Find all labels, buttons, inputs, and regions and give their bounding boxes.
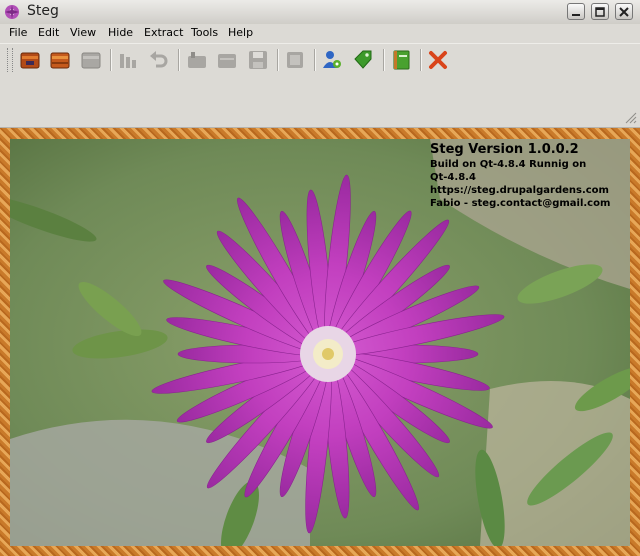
toolbar-separator — [178, 49, 180, 71]
columns-button[interactable] — [115, 47, 141, 73]
version-label: Steg Version 1.0.0.2 — [430, 142, 579, 157]
maximize-icon — [595, 7, 605, 17]
menu-hide[interactable]: Hide — [108, 26, 133, 39]
close-icon — [619, 7, 629, 17]
chest-disabled-icon — [81, 52, 101, 69]
resize-grip-icon[interactable] — [625, 112, 637, 124]
chip-icon — [287, 52, 303, 68]
open-button[interactable] — [17, 47, 43, 73]
menu-view[interactable]: View — [70, 26, 96, 39]
maximize-button[interactable] — [591, 3, 609, 20]
export-button[interactable] — [214, 47, 240, 73]
menu-tools[interactable]: Tools — [191, 26, 218, 39]
menu-extract[interactable]: Extract — [144, 26, 183, 39]
chest-disabled-button[interactable] — [78, 47, 104, 73]
open-chest-icon — [20, 52, 40, 69]
app-logo-icon — [5, 5, 19, 19]
menu-edit[interactable]: Edit — [38, 26, 59, 39]
toolbar-grip[interactable] — [7, 48, 13, 72]
chest-button[interactable] — [47, 47, 73, 73]
menu-help[interactable]: Help — [228, 26, 253, 39]
toolbar-separator — [314, 49, 316, 71]
qt-label: Qt-4.8.4 — [430, 172, 476, 183]
close-x-icon — [429, 51, 447, 69]
image-preview[interactable]: Steg Version 1.0.0.2 Build on Qt-4.8.4 R… — [10, 139, 630, 546]
toolbar-separator — [110, 49, 112, 71]
app-window: Steg File Edit View Hide Extract Tools H… — [0, 0, 640, 556]
user-settings-icon — [323, 51, 341, 68]
import-button[interactable] — [184, 47, 210, 73]
window-title: Steg — [27, 3, 59, 19]
empty-panel — [0, 76, 640, 128]
title-bar[interactable]: Steg — [0, 0, 640, 25]
green-tag-icon — [354, 50, 372, 69]
import-icon — [188, 52, 206, 68]
chest-icon — [50, 52, 70, 69]
save-button[interactable] — [245, 47, 271, 73]
undo-icon — [150, 51, 168, 68]
close-window-button[interactable] — [615, 3, 633, 20]
menu-bar: File Edit View Hide Extract Tools Help — [0, 24, 640, 43]
chip-button[interactable] — [282, 47, 308, 73]
quit-button[interactable] — [425, 47, 451, 73]
user-settings-button[interactable] — [319, 47, 345, 73]
build-label: Build on Qt-4.8.4 Runnig on — [430, 159, 587, 170]
toolbar — [0, 43, 640, 76]
url-label: https://steg.drupalgardens.com — [430, 185, 609, 196]
green-tag-button[interactable] — [350, 47, 376, 73]
version-info: Steg Version 1.0.0.2 Build on Qt-4.8.4 R… — [430, 142, 610, 210]
export-icon — [218, 54, 236, 68]
toolbar-separator — [420, 49, 422, 71]
minimize-icon — [572, 14, 580, 16]
columns-icon — [120, 54, 136, 68]
toolbar-separator — [277, 49, 279, 71]
image-frame: Steg Version 1.0.0.2 Build on Qt-4.8.4 R… — [0, 128, 640, 556]
book-button[interactable] — [388, 47, 414, 73]
minimize-button[interactable] — [567, 3, 585, 20]
contact-label: Fabio - steg.contact@gmail.com — [430, 198, 611, 209]
book-icon — [393, 50, 410, 70]
toolbar-separator — [383, 49, 385, 71]
menu-file[interactable]: File — [9, 26, 27, 39]
undo-button[interactable] — [145, 47, 171, 73]
save-icon — [249, 51, 267, 69]
